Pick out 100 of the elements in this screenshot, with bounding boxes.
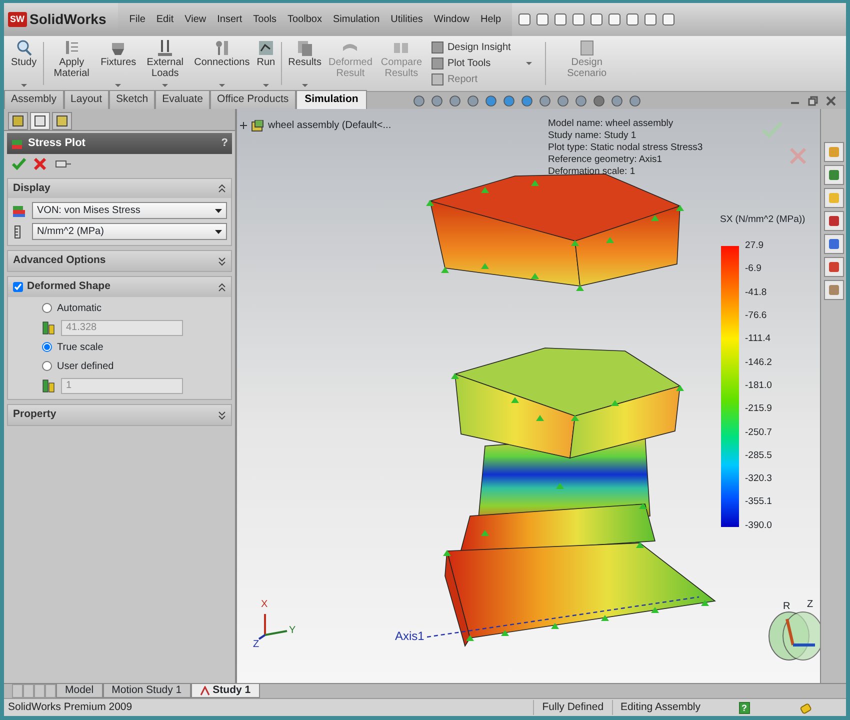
legend-value: -285.5 [745, 448, 772, 463]
axis-label: Axis1 [395, 628, 424, 645]
menu-item[interactable]: View [180, 10, 212, 29]
legend-value: -6.9 [745, 262, 762, 276]
task-pane-button[interactable] [824, 234, 844, 254]
expand-icon[interactable] [218, 410, 226, 420]
legend-value: -390.0 [745, 518, 772, 533]
task-pane-button[interactable] [824, 257, 844, 277]
ribbon-button[interactable]: External Loads [140, 38, 190, 89]
legend-value: -146.2 [745, 356, 772, 370]
status-text: SolidWorks Premium 2009 [8, 700, 132, 715]
menu-item[interactable]: Toolbox [282, 10, 327, 29]
plot-info-line: Study name: Study 1 [548, 130, 638, 142]
section-title: Property [13, 406, 56, 422]
dropdown[interactable]: N/mm^2 (MPa) [32, 223, 227, 240]
ribbon-button[interactable]: Run [254, 38, 278, 89]
app-logo: SolidWorks [30, 10, 106, 29]
ribbon-button[interactable]: Plot Tools [431, 56, 511, 71]
plot-info-line: Plot type: Static nodal stress Stress3 [548, 142, 703, 154]
menu-item[interactable]: Tools [248, 10, 282, 29]
legend-value: -215.9 [745, 402, 772, 416]
view-orientation-icon[interactable] [767, 611, 820, 661]
caret-icon [215, 230, 222, 234]
section-title: Display [13, 180, 50, 196]
legend-value: -181.0 [745, 378, 772, 393]
ok-icon[interactable] [12, 158, 26, 170]
menu-item[interactable]: Utilities [386, 10, 428, 29]
option-label: True scale [57, 340, 104, 355]
scale-bars-icon [42, 378, 56, 393]
ribbon-button[interactable]: Results [285, 38, 324, 89]
scale-bars-icon [42, 320, 56, 335]
ribbon-button[interactable]: Connections [191, 38, 253, 89]
tab[interactable]: Simulation [296, 90, 368, 109]
ribbon-button[interactable]: Apply Material [46, 38, 97, 89]
magnifier-icon [14, 39, 33, 57]
legend-value: -320.3 [745, 472, 772, 486]
legend-value: -111.4 [745, 332, 772, 346]
tab[interactable]: Evaluate [155, 90, 210, 109]
plot-info-line: Reference geometry: Axis1 [548, 154, 664, 166]
expand-plus-icon[interactable] [240, 122, 247, 129]
task-pane-button[interactable] [824, 211, 844, 231]
menu-item[interactable]: Help [475, 10, 506, 29]
radio-button[interactable] [42, 342, 52, 352]
legend-value: -76.6 [745, 308, 768, 323]
collapse-icon[interactable] [218, 183, 226, 194]
run-icon [256, 39, 275, 57]
tab[interactable]: Sketch [109, 90, 156, 109]
menu-item[interactable]: Simulation [328, 10, 385, 29]
radio-button[interactable] [42, 303, 52, 314]
task-pane-button[interactable] [824, 142, 844, 162]
section-title: Advanced Options [13, 253, 106, 268]
restore-icon[interactable] [808, 96, 818, 106]
axis-letter: Z [253, 638, 260, 652]
section-title: Deformed Shape [27, 279, 110, 294]
study-tab[interactable]: Model [56, 684, 103, 698]
axis-letter: X [261, 598, 268, 612]
help-button[interactable]: ? [738, 702, 750, 714]
ribbon-button[interactable]: Study [8, 38, 40, 89]
axis-letter: Y [289, 624, 296, 638]
collapse-icon[interactable] [218, 282, 226, 292]
expand-icon[interactable] [218, 256, 226, 266]
tab[interactable]: Office Products [210, 90, 296, 109]
ribbon-button[interactable]: Design Insight [431, 40, 511, 55]
legend-value: -41.8 [745, 286, 768, 300]
checkbox[interactable] [13, 282, 23, 292]
panel-tab[interactable] [8, 112, 28, 130]
legend-value: -250.7 [745, 426, 772, 440]
legend-title: SX (N/mm^2 (MPa)) [720, 213, 806, 227]
axis-letter: Z [807, 598, 814, 612]
panel-tab[interactable] [52, 112, 72, 130]
status-text: Editing Assembly [612, 700, 708, 716]
arrows-icon [156, 39, 174, 57]
cancel-icon[interactable] [34, 158, 46, 170]
menu-item[interactable]: Insert [212, 10, 248, 29]
tab[interactable]: Layout [64, 90, 110, 109]
caret-icon [526, 62, 532, 66]
ribbon-button[interactable]: Fixtures [98, 38, 140, 89]
tree-item[interactable]: wheel assembly (Default<... [268, 118, 392, 133]
menu-item[interactable]: Window [428, 10, 474, 29]
task-pane-button[interactable] [824, 188, 844, 208]
option-label: User defined [57, 360, 114, 374]
study-tab[interactable]: Motion Study 1 [102, 684, 191, 698]
radio-button[interactable] [42, 361, 52, 372]
panel-tab[interactable] [30, 112, 50, 130]
assembly-icon [251, 120, 264, 132]
help-button[interactable]: ? [221, 135, 228, 152]
study-tab[interactable]: Study 1 [190, 684, 260, 698]
results-icon [296, 39, 314, 57]
close-icon[interactable] [826, 96, 836, 106]
plot-info-line: Model name: wheel assembly [548, 118, 674, 130]
dropdown[interactable]: VON: von Mises Stress [32, 202, 227, 220]
task-pane-button[interactable] [824, 280, 844, 300]
menu-item[interactable]: File [124, 10, 150, 29]
plot-info-line: Deformation scale: 1 [548, 166, 636, 178]
study-icon [200, 686, 210, 696]
menu-item[interactable]: Edit [151, 10, 179, 29]
task-pane-button[interactable] [824, 165, 844, 185]
tag-icon[interactable] [800, 702, 812, 714]
status-text: Fully Defined [533, 700, 612, 716]
tab[interactable]: Assembly [4, 90, 64, 109]
